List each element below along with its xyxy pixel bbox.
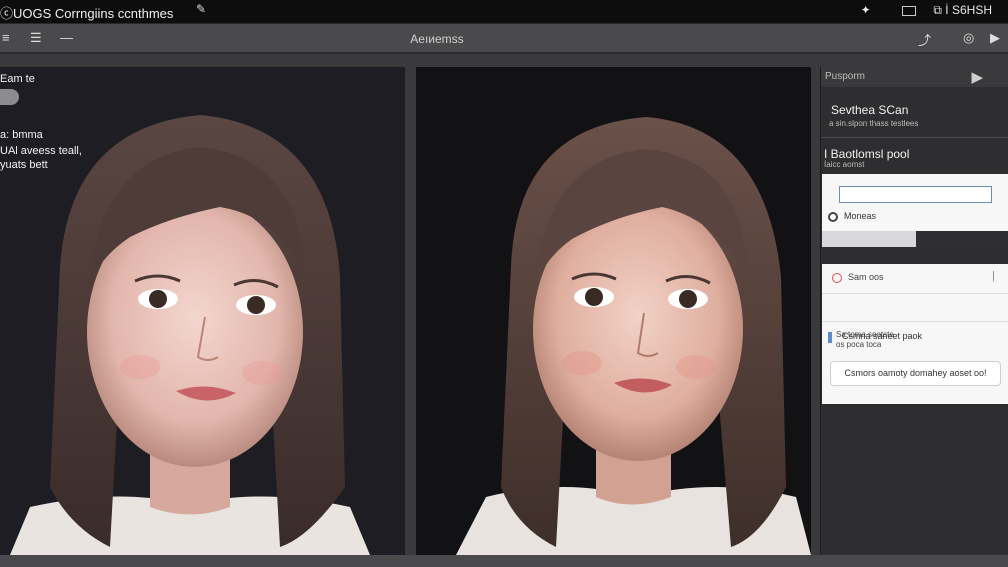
redo-icon[interactable]: ⤴	[918, 30, 931, 49]
canvas-result[interactable]	[416, 67, 811, 555]
portrait-image-original	[0, 67, 405, 555]
divider	[821, 137, 1008, 138]
text-field[interactable]	[839, 186, 992, 203]
target-icon[interactable]: ◎	[963, 30, 974, 46]
canvas-original[interactable]: Eam te a: bmma UAl aveess teall, yuats b…	[0, 67, 405, 555]
panel-subtitle: a sin.slpon thass testlees	[829, 119, 919, 128]
sparkle-icon[interactable]: ✦	[861, 3, 871, 17]
panel-header: Pusporm ▶	[821, 67, 1008, 87]
option-row-label: Sam oos	[848, 272, 884, 282]
option-row[interactable]: Sam oos |	[822, 264, 1008, 294]
divider-icon: |	[992, 270, 995, 282]
section-title: I Baotlomsl pool	[824, 147, 910, 161]
record-icon	[832, 273, 842, 283]
portrait-image-result	[416, 67, 811, 555]
marker-icon	[828, 332, 832, 343]
status-bar	[0, 555, 1008, 567]
section-subtitle: İaicc aomst	[824, 160, 865, 169]
radio-button[interactable]	[828, 212, 838, 222]
tab-light[interactable]	[822, 231, 916, 247]
status-indicator[interactable]: ⧉ İ S6HSH	[933, 3, 992, 18]
overlay-label-3: UAl aveess teall,	[0, 145, 82, 157]
toolbar: ≡ ☰ — Aeıᴎemss ⤴ ◎ ▶	[0, 24, 1008, 54]
document-title: Aeıᴎemss	[410, 32, 464, 46]
option-row[interactable]: Csmna saneet paok	[822, 294, 1008, 343]
titlebar-right-controls: ✦ ⧉ İ S6HSH	[847, 3, 992, 18]
panel-title: Sevthea SCan	[831, 103, 909, 117]
pen-icon[interactable]: ✎	[196, 2, 206, 16]
play-icon[interactable]: ▶	[990, 30, 1000, 46]
radio-label: Moneas	[844, 211, 877, 221]
overlay-label-2: a: bmma	[0, 129, 43, 141]
window-icon[interactable]	[888, 3, 917, 17]
toggle-pill[interactable]	[0, 89, 19, 105]
title-bar: ⓒUOGS Corrngiins ccnthmes ✎ ✦ ⧉ İ S6HSH	[0, 0, 1008, 24]
options-card: Sam oos | Csmna saneet paok Sa.toma soot…	[822, 264, 1008, 404]
app-title: ⓒUOGS Corrngiins ccnthmes	[0, 6, 174, 21]
settings-card: Moneas	[822, 174, 1008, 247]
overlay-label-4: yuats bett	[0, 159, 48, 171]
description-text: Sa.toma sootste os poca toca	[836, 330, 894, 349]
panel-header-label: Pusporm	[825, 71, 866, 82]
overlay-label-1: Eam te	[0, 73, 35, 85]
tab-dark[interactable]	[916, 231, 1008, 247]
properties-panel: Pusporm ▶ Sevthea SCan a sin.slpon thass…	[820, 67, 1008, 555]
play-icon[interactable]: ▶	[971, 68, 983, 86]
action-button[interactable]: Csmors oamoty domahey aoset oo!	[830, 361, 1001, 386]
